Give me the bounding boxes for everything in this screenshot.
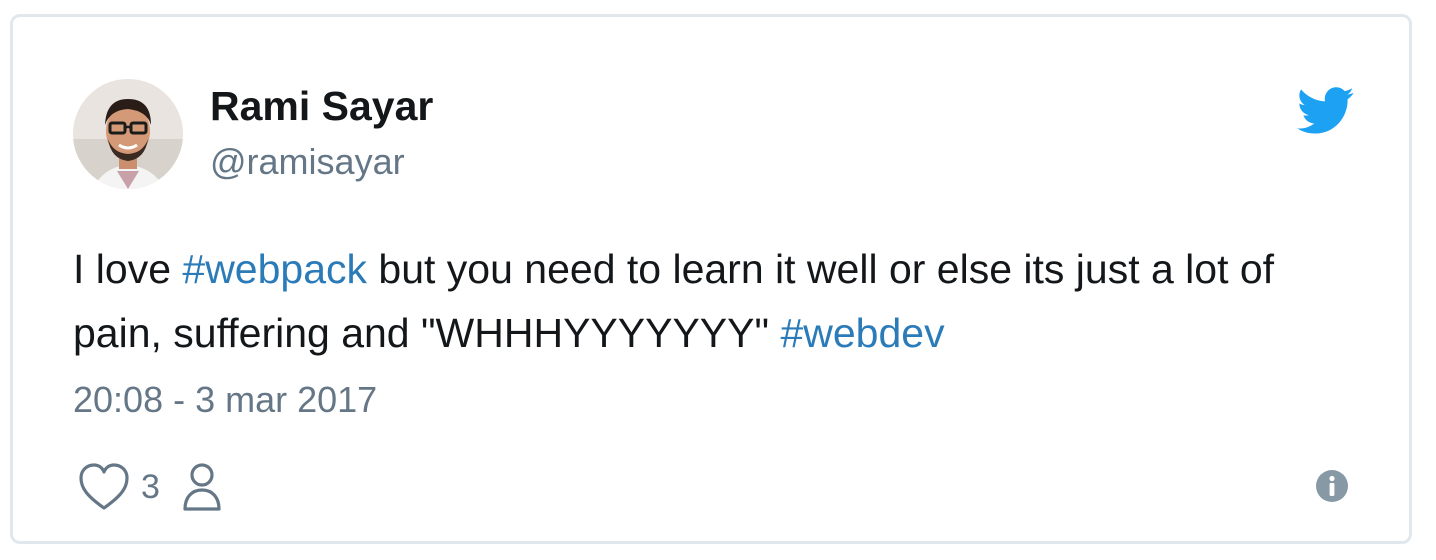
author-handle[interactable]: @ramisayar xyxy=(210,141,405,183)
tweet-text-segment: I love xyxy=(73,246,183,292)
like-count: 3 xyxy=(141,467,160,506)
info-icon[interactable] xyxy=(1315,469,1349,503)
tweet-text: I love #webpack but you need to learn it… xyxy=(73,237,1373,365)
avatar[interactable] xyxy=(73,79,183,189)
author-name[interactable]: Rami Sayar xyxy=(210,83,433,130)
twitter-bird-icon[interactable] xyxy=(1297,87,1355,135)
tweet-actions: 3 xyxy=(77,457,222,517)
person-icon[interactable] xyxy=(182,461,222,513)
hashtag-webpack-link[interactable]: #webpack xyxy=(182,246,367,292)
tweet-card: Rami Sayar @ramisayar I love #webpack bu… xyxy=(10,14,1412,544)
hashtag-webdev-link[interactable]: #webdev xyxy=(780,310,944,356)
tweet-timestamp[interactable]: 20:08 - 3 mar 2017 xyxy=(73,379,377,421)
heart-icon[interactable] xyxy=(77,461,131,513)
